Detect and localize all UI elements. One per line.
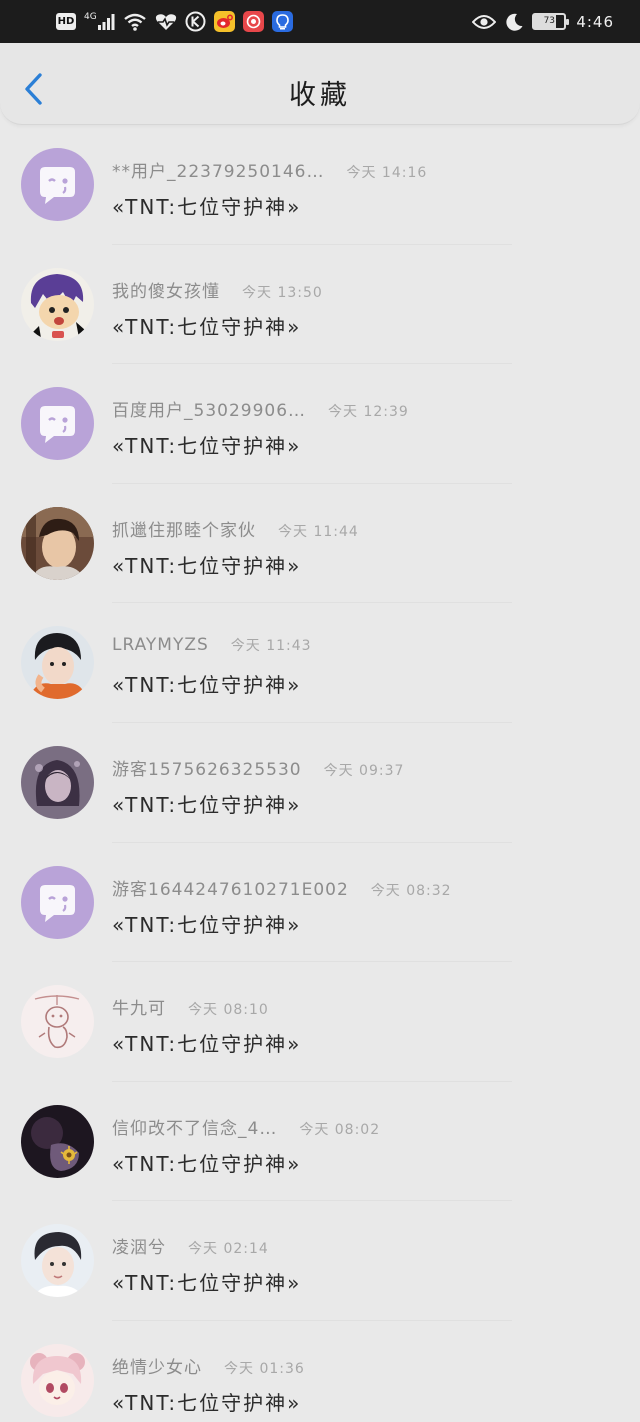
- list-item[interactable]: 绝情少女心 今天 01:36 «TNT:七位守护神»: [0, 1321, 640, 1422]
- avatar[interactable]: [21, 148, 94, 221]
- item-meta: 绝情少女心 今天 01:36: [112, 1353, 305, 1378]
- network-type-label: 4G: [84, 11, 97, 22]
- favorite-title[interactable]: «TNT:七位守护神»: [112, 1387, 301, 1416]
- list-item[interactable]: 我的傻女孩懂 今天 13:50 «TNT:七位守护神»: [0, 245, 640, 365]
- page-title: 收藏: [289, 80, 351, 111]
- signal-icon: 4G: [84, 11, 115, 31]
- favorite-title[interactable]: «TNT:七位守护神»: [112, 909, 301, 938]
- wifi-icon: [123, 13, 147, 31]
- avatar[interactable]: [21, 745, 94, 819]
- avatar[interactable]: [21, 1104, 94, 1178]
- item-meta: LRAYMYZS 今天 11:43: [112, 635, 312, 655]
- k-app-icon: [185, 11, 206, 32]
- avatar[interactable]: [21, 985, 94, 1059]
- podcast-icon: [242, 11, 264, 32]
- list-item[interactable]: 游客1575626325530 今天 09:37 «TNT:七位守护神»: [0, 723, 640, 843]
- avatar[interactable]: [21, 387, 94, 461]
- timestamp: 今天 02:14: [188, 1241, 269, 1258]
- list-item[interactable]: 抓邋住那睦个家伙 今天 11:44 «TNT:七位守护神»: [0, 484, 640, 604]
- user-name[interactable]: 游客1644247610271E002: [112, 875, 349, 900]
- favorite-title[interactable]: «TNT:七位守护神»: [112, 1148, 301, 1177]
- list-item[interactable]: 游客1644247610271E002 今天 08:32 «TNT:七位守护神»: [0, 843, 640, 963]
- avatar[interactable]: [21, 1224, 94, 1298]
- timestamp: 今天 08:10: [188, 1002, 269, 1019]
- timestamp: 今天 01:36: [224, 1360, 305, 1377]
- item-meta: 我的傻女孩懂 今天 13:50: [112, 277, 323, 302]
- user-name[interactable]: 百度用户_53029906…: [112, 396, 306, 421]
- favorite-title[interactable]: «TNT:七位守护神»: [112, 430, 301, 459]
- hd-icon: HD: [56, 13, 76, 30]
- top-bar: 收藏: [0, 43, 640, 125]
- favorite-title[interactable]: «TNT:七位守护神»: [112, 1267, 301, 1296]
- favorite-title[interactable]: «TNT:七位守护神»: [112, 789, 301, 818]
- moon-icon: [504, 12, 524, 32]
- item-meta: 抓邋住那睦个家伙 今天 11:44: [112, 516, 359, 541]
- user-name[interactable]: 信仰改不了信念_4…: [112, 1114, 277, 1139]
- eye-icon: [472, 14, 497, 30]
- status-clock: 4:46: [576, 12, 614, 31]
- avatar[interactable]: [21, 626, 94, 700]
- user-name[interactable]: 游客1575626325530: [112, 755, 302, 780]
- user-name[interactable]: 我的傻女孩懂: [112, 277, 220, 302]
- status-bar-right: 73 4:46: [472, 12, 614, 32]
- timestamp: 今天 13:50: [242, 284, 323, 301]
- avatar[interactable]: [21, 506, 94, 580]
- bulb-app-icon: [271, 11, 293, 32]
- user-name[interactable]: 牛九可: [112, 994, 166, 1019]
- timestamp: 今天 14:16: [346, 165, 428, 181]
- timestamp: 今天 09:37: [323, 762, 405, 779]
- user-name[interactable]: 凌洇兮: [112, 1233, 166, 1258]
- favorite-title[interactable]: «TNT:七位守护神»: [112, 311, 301, 340]
- timestamp: 今天 08:32: [370, 882, 452, 899]
- list-item[interactable]: 百度用户_53029906… 今天 12:39 «TNT:七位守护神»: [0, 364, 640, 484]
- user-name[interactable]: LRAYMYZS: [112, 635, 209, 655]
- user-name[interactable]: **用户_22379250146…: [112, 157, 324, 182]
- user-name[interactable]: 绝情少女心: [112, 1353, 202, 1378]
- list-item[interactable]: 凌洇兮 今天 02:14 «TNT:七位守护神»: [0, 1201, 640, 1321]
- timestamp: 今天 11:43: [230, 638, 312, 655]
- list-item[interactable]: LRAYMYZS 今天 11:43 «TNT:七位守护神»: [0, 603, 640, 723]
- item-meta: 牛九可 今天 08:10: [112, 994, 269, 1019]
- timestamp: 今天 11:44: [278, 523, 359, 540]
- item-meta: 信仰改不了信念_4… 今天 08:02: [112, 1114, 380, 1139]
- list-item[interactable]: 信仰改不了信念_4… 今天 08:02 «TNT:七位守护神»: [0, 1082, 640, 1202]
- avatar[interactable]: [21, 267, 94, 341]
- timestamp: 今天 08:02: [299, 1121, 381, 1138]
- favorite-title[interactable]: «TNT:七位守护神»: [112, 669, 301, 698]
- status-bar-left: HD 4G: [56, 11, 293, 32]
- item-meta: 凌洇兮 今天 02:14: [112, 1233, 269, 1258]
- timestamp: 今天 12:39: [328, 404, 409, 421]
- avatar[interactable]: [21, 865, 94, 939]
- item-meta: **用户_22379250146… 今天 14:16: [112, 157, 427, 182]
- item-meta: 游客1575626325530 今天 09:37: [112, 755, 404, 780]
- battery-icon: 73: [532, 13, 570, 30]
- favorite-title[interactable]: «TNT:七位守护神»: [112, 191, 301, 220]
- list-item[interactable]: **用户_22379250146… 今天 14:16 «TNT:七位守护神»: [0, 125, 640, 245]
- weibo-icon: [213, 11, 235, 32]
- item-meta: 百度用户_53029906… 今天 12:39: [112, 396, 409, 421]
- user-name[interactable]: 抓邋住那睦个家伙: [112, 516, 256, 541]
- list-item[interactable]: 牛九可 今天 08:10 «TNT:七位守护神»: [0, 962, 640, 1082]
- avatar[interactable]: [21, 1343, 94, 1417]
- favorite-title[interactable]: «TNT:七位守护神»: [112, 1028, 301, 1057]
- favorites-list: **用户_22379250146… 今天 14:16 «TNT:七位守护神» 我的傻女…: [0, 125, 640, 1422]
- favorite-title[interactable]: «TNT:七位守护神»: [112, 550, 301, 579]
- health-icon: [155, 13, 177, 31]
- item-meta: 游客1644247610271E002 今天 08:32: [112, 875, 452, 900]
- status-bar: HD 4G 73 4:46: [0, 0, 640, 43]
